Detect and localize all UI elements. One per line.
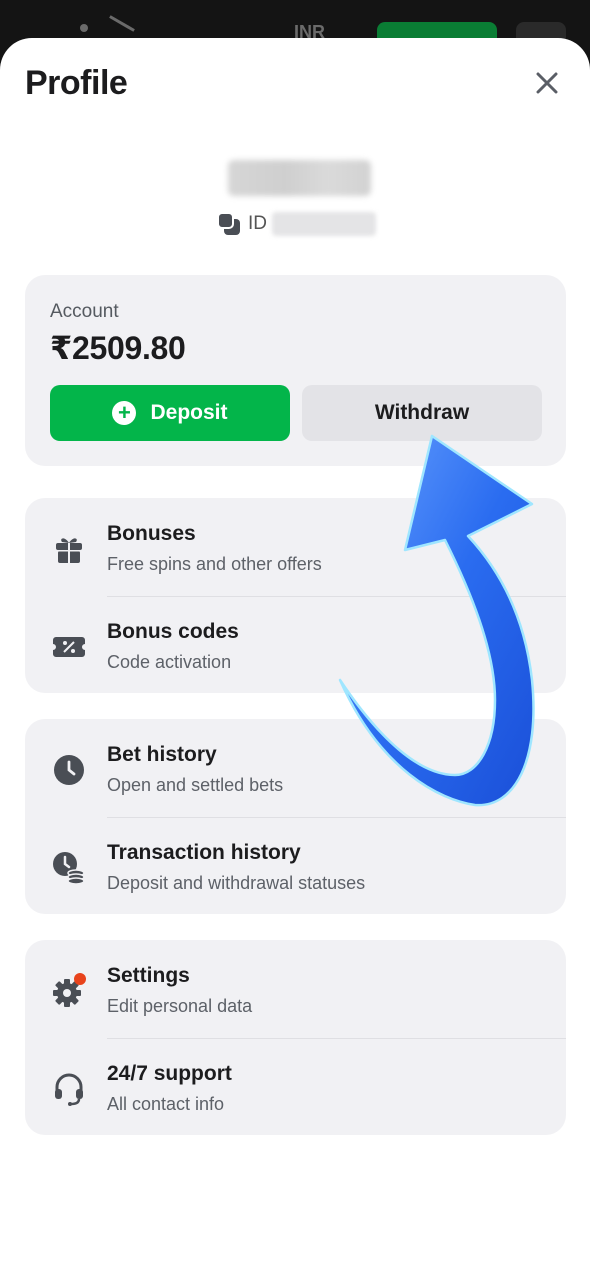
profile-sheet: Profile ID Account ₹2509.80 + Deposit Wi…: [0, 38, 590, 1280]
menu-item-bet-history[interactable]: Bet history Open and settled bets: [25, 719, 566, 815]
menu-item-title: Bonus codes: [107, 620, 239, 643]
menu-item-subtitle: Deposit and withdrawal statuses: [107, 873, 366, 893]
username-redacted: [228, 160, 371, 196]
coupon-icon: [53, 637, 85, 657]
clock-coins-icon: [53, 852, 85, 885]
history-group: Bet history Open and settled bets Transa…: [25, 719, 566, 914]
page-title: Profile: [25, 64, 128, 102]
notification-dot: [74, 973, 86, 985]
menu-item-title: Settings: [107, 964, 190, 987]
withdraw-label: Withdraw: [374, 401, 470, 424]
plus-circle-icon: +: [112, 401, 137, 425]
clock-icon: [54, 755, 84, 785]
status-slash: [109, 15, 135, 32]
menu-item-bonuses[interactable]: Bonuses Free spins and other offers: [25, 498, 566, 594]
user-id-redacted: [272, 212, 376, 236]
account-balance: ₹2509.80: [50, 330, 186, 366]
status-dot: [80, 24, 88, 32]
close-button[interactable]: [530, 66, 564, 100]
deposit-label: Deposit: [150, 401, 228, 424]
menu-item-subtitle: Code activation: [107, 652, 232, 672]
menu-item-title: Bonuses: [107, 522, 196, 545]
account-card: Account ₹2509.80 + Deposit Withdraw: [25, 275, 566, 466]
gift-icon: [56, 538, 82, 563]
menu-item-title: Transaction history: [107, 841, 301, 864]
headset-icon: [55, 1073, 83, 1106]
menu-item-subtitle: All contact info: [107, 1094, 225, 1114]
close-icon: [536, 72, 558, 94]
menu-item-transaction-history[interactable]: Transaction history Deposit and withdraw…: [25, 817, 566, 913]
menu-item-settings[interactable]: Settings Edit personal data: [25, 940, 566, 1036]
menu-item-title: Bet history: [107, 743, 217, 766]
user-id-label: ID: [248, 213, 267, 234]
menu-item-bonus-codes[interactable]: Bonus codes Code activation: [25, 596, 566, 692]
bonuses-group: Bonuses Free spins and other offers Bonu…: [25, 498, 566, 693]
menu-item-title: 24/7 support: [107, 1062, 232, 1085]
account-label: Account: [50, 301, 119, 322]
copy-icon[interactable]: [216, 211, 242, 237]
menu-item-subtitle: Open and settled bets: [107, 775, 284, 795]
deposit-button[interactable]: + Deposit: [50, 385, 290, 441]
menu-item-subtitle: Free spins and other offers: [107, 554, 322, 574]
user-id-row: ID: [216, 210, 267, 238]
withdraw-button[interactable]: Withdraw: [302, 385, 542, 441]
menu-item-support[interactable]: 24/7 support All contact info: [25, 1038, 566, 1134]
menu-item-subtitle: Edit personal data: [107, 996, 253, 1016]
settings-group: Settings Edit personal data 24/7 support…: [25, 940, 566, 1135]
gear-icon: [53, 973, 86, 1007]
